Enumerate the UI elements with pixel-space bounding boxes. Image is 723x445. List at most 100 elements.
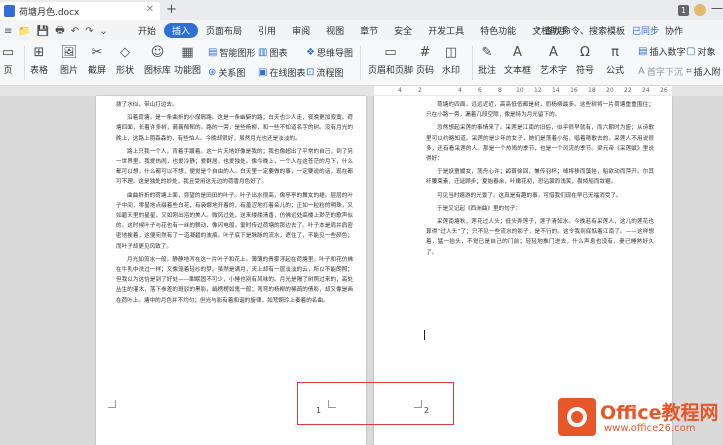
ruler-tick: 2 <box>418 87 422 94</box>
paragraph: 路上只我一个人，背着手踱着。这一片天地好像是我的；我也像超出了平常的自己，到了另… <box>116 148 353 186</box>
highlight-box <box>297 382 454 425</box>
text-cursor <box>424 330 425 340</box>
new-tab-button[interactable]: + <box>166 2 177 17</box>
page-number-icon: # <box>419 44 431 60</box>
paragraph: 采莲南塘秋，莲花过人头；低头弄莲子，莲子清如水。今晚若有采莲人，这儿的莲花也算得… <box>426 219 654 256</box>
object-icon: ▢ <box>686 46 696 57</box>
avatar[interactable] <box>694 4 706 16</box>
header-footer-button[interactable]: ▭ 页眉和页脚 <box>368 44 413 77</box>
margin-mark <box>108 400 116 408</box>
office-logo-icon <box>558 398 596 436</box>
tab-chapter[interactable]: 章节 <box>352 23 386 38</box>
omega-icon: Ω <box>580 44 590 60</box>
horizontal-ruler[interactable]: 4 2 4 6 8 10 12 14 16 18 20 22 24 26 <box>0 86 723 96</box>
paragraph: 于是妖童媛女，荡舟心许；鹢首徐回，兼传羽杯；棹将移而藻挂，船欲动而萍开。尔其纤腰… <box>426 169 654 186</box>
screenshot-button[interactable]: ✂ 截屏 <box>88 44 106 77</box>
online-chart-button[interactable]: ▣ 在线图表 <box>258 66 305 79</box>
save-icon[interactable]: 💾 <box>37 26 49 37</box>
ruler-tick: 20 <box>606 87 614 94</box>
search-icon: ⌕ <box>536 24 542 34</box>
smart-graphic-button[interactable]: ▤ 智能图形 <box>208 46 255 59</box>
watermark-button[interactable]: ◫ 水印 <box>442 44 460 77</box>
flow-chart-button[interactable]: ⊡ 流程图 <box>306 66 343 79</box>
insert-number-button[interactable]: ▤ 插入数字 <box>638 45 685 58</box>
tab-home[interactable]: 开始 <box>130 23 164 38</box>
header-footer-icon: ▭ <box>384 44 397 60</box>
table-icon: ⊞ <box>33 44 45 60</box>
window-count-badge[interactable]: 1 <box>678 5 689 16</box>
redo-icon[interactable]: ↷ <box>85 26 93 37</box>
pi-icon: π <box>611 44 619 60</box>
tab-review[interactable]: 审阅 <box>284 23 318 38</box>
ruler-tick: 22 <box>624 87 632 94</box>
page-icon: ▭ <box>1 44 15 60</box>
minimize-button[interactable]: — <box>711 1 723 15</box>
wordart-button[interactable]: A 艺术字 <box>540 44 567 77</box>
quick-access: ≡ 📁 💾 🖶 ↶ ↷ ⌄ <box>4 23 108 40</box>
insert-attachment-button[interactable]: ⌗ 插入附 <box>686 65 721 78</box>
comment-button[interactable]: ✎ 批注 <box>478 44 496 77</box>
ruler-tick: 10 <box>516 87 524 94</box>
tab-developer[interactable]: 开发工具 <box>420 23 472 38</box>
document-tab-label: 荷塘月色.docx <box>19 7 80 18</box>
tab-page-layout[interactable]: 页面布局 <box>198 23 250 38</box>
paragraph: 月光如流水一般，静静地泻在这一片叶子和花上。薄薄的青雾浮起在荷塘里。叶子和花仿佛… <box>116 256 353 304</box>
drop-cap-button[interactable]: A 首字下沉 <box>638 65 683 78</box>
paragraph: 于是又记起《西洲曲》里的句子： <box>437 205 521 212</box>
textbox-icon: A <box>513 44 522 60</box>
file-menu-icon[interactable]: ≡ <box>4 26 12 37</box>
scissors-icon: ✂ <box>91 44 103 60</box>
tab-view[interactable]: 视图 <box>318 23 352 38</box>
ruler-tick: 14 <box>552 87 560 94</box>
document-tab[interactable]: 荷塘月色.docx ✕ <box>0 2 160 20</box>
ruler-tick: 12 <box>534 87 542 94</box>
ruler-tick: 4 <box>398 87 402 94</box>
mind-map-icon: ❖ <box>306 47 315 58</box>
divider <box>472 46 473 80</box>
chart-button[interactable]: ▥ 图表 <box>258 46 287 59</box>
paragraph: 忽然想起采莲的事情来了。采莲是江南的旧俗，似乎很早就有，而六朝时为盛；从诗歌里可… <box>426 125 654 163</box>
ruler-tick: 18 <box>588 87 596 94</box>
table-button[interactable]: ⊞ 表格 <box>30 44 48 77</box>
document-icon <box>4 5 15 17</box>
tab-security[interactable]: 安全 <box>386 23 420 38</box>
formula-button[interactable]: π 公式 <box>606 44 624 77</box>
shapes-icon: ◇ <box>120 44 130 60</box>
textbox-button[interactable]: A 文本框 <box>504 44 531 77</box>
page-number-button[interactable]: # 页码 <box>416 44 434 77</box>
page-button[interactable]: ▭ 页 <box>0 44 16 77</box>
relation-chart-button[interactable]: ⊛ 关系图 <box>208 66 245 79</box>
collaborate-button[interactable]: 协作 <box>665 24 683 37</box>
tab-features[interactable]: 特色功能 <box>472 23 524 38</box>
menu-bar: ≡ 📁 💾 🖶 ↶ ↷ ⌄ 开始 插入 页面布局 引用 审阅 视图 章节 安全 … <box>0 20 723 40</box>
chevron-down-icon[interactable]: ⌄ <box>100 26 108 37</box>
menu-right: 已同步 协作 <box>632 24 683 37</box>
ruler-tick: 24 <box>642 87 650 94</box>
watermark-url: www.office26.com <box>604 423 696 434</box>
search-placeholder: 查找命令、搜索模板 <box>544 27 626 37</box>
undo-icon[interactable]: ↶ <box>71 26 79 37</box>
tab-references[interactable]: 引用 <box>250 23 284 38</box>
function-chart-button[interactable]: ▦ 功能图 <box>174 44 201 77</box>
mind-map-button[interactable]: ❖ 思维导图 <box>306 46 353 59</box>
icon-library-icon: ☺ <box>150 44 165 60</box>
watermark-name: Office教程网 <box>600 402 719 424</box>
object-button[interactable]: ▢ 对象 <box>686 45 715 58</box>
icon-library-button[interactable]: ☺ 图标库 <box>144 44 171 77</box>
command-search[interactable]: ⌕ 查找命令、搜索模板 <box>536 24 625 37</box>
shapes-button[interactable]: ◇ 形状 <box>116 44 134 77</box>
folder-icon[interactable]: 📁 <box>18 26 30 37</box>
close-tab-icon[interactable]: ✕ <box>146 4 154 15</box>
page-1-body[interactable]: 拨了水似，带山打边去。 沿着荷塘，是一条曲折的小煤屑路。这是一条幽僻的路；白天也… <box>116 100 353 309</box>
tab-insert[interactable]: 插入 <box>164 23 199 38</box>
symbol-button[interactable]: Ω 符号 <box>576 44 594 77</box>
chart-icon: ▥ <box>258 47 268 58</box>
print-icon[interactable]: 🖶 <box>55 23 64 40</box>
picture-icon: 🖼 <box>60 44 78 60</box>
cloud-sync-status[interactable]: 已同步 <box>632 24 659 37</box>
paragraph: 拨了水似，带山打边去。 <box>116 102 178 108</box>
paragraph: 沿着荷塘，是一条曲折的小煤屑路。这是一条幽僻的路；白天也少人走，夜晚更加寂寞。荷… <box>116 115 353 142</box>
picture-button[interactable]: 🖼 图片 <box>60 44 78 77</box>
title-bar: 荷塘月色.docx ✕ + 1 — <box>0 0 723 20</box>
page-2-body[interactable]: 荷塘的四面，远远近近，高高低低都是树，而杨柳最多。这些树将一片荷塘重重围住；只在… <box>426 100 654 261</box>
